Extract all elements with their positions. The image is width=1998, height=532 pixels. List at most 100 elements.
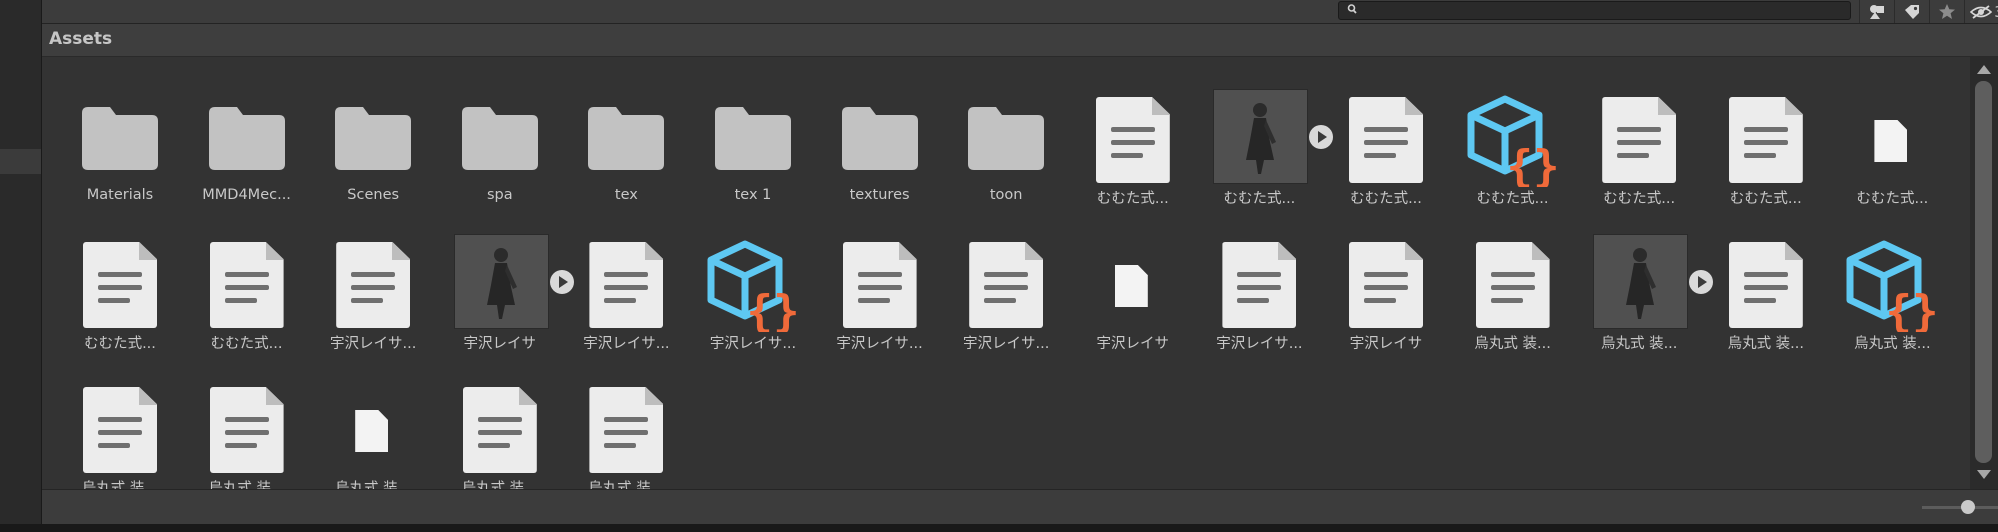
asset-item[interactable]: むむた式... bbox=[1073, 73, 1193, 213]
asset-item[interactable]: Scenes bbox=[313, 73, 433, 213]
folder-icon bbox=[60, 73, 180, 185]
folder-icon bbox=[440, 73, 560, 185]
asset-label: 宇沢レイサ... bbox=[1216, 336, 1303, 352]
scroll-up-arrow-icon[interactable] bbox=[1977, 65, 1991, 74]
asset-item[interactable]: 烏丸式 装... bbox=[1706, 218, 1826, 358]
breadcrumb-assets[interactable]: Assets bbox=[49, 29, 112, 49]
asset-item[interactable]: 宇沢レイサ... bbox=[313, 218, 433, 358]
asset-label: tex 1 bbox=[734, 187, 772, 203]
blank-file-icon bbox=[1832, 73, 1952, 185]
json-schema-icon: {} bbox=[1832, 218, 1952, 332]
folder-icon bbox=[566, 73, 686, 185]
asset-item[interactable]: {} 宇沢レイサ... bbox=[693, 218, 813, 358]
asset-label: Materials bbox=[86, 187, 154, 203]
asset-label: 宇沢レイサ... bbox=[709, 336, 797, 352]
asset-item[interactable]: 烏丸式 装... bbox=[1579, 218, 1714, 358]
asset-item[interactable]: {} むむた式... bbox=[1453, 73, 1573, 213]
asset-item[interactable]: 宇沢レイサ bbox=[1326, 218, 1446, 358]
favorites-button[interactable] bbox=[1929, 0, 1964, 23]
model-prefab-thumbnail bbox=[440, 218, 574, 330]
text-asset-icon bbox=[946, 218, 1066, 330]
project-toolbar: 3 bbox=[42, 0, 1998, 24]
blank-file-icon bbox=[313, 363, 433, 475]
hidden-eye-icon bbox=[1970, 4, 1993, 19]
asset-item[interactable]: 宇沢レイサ... bbox=[1199, 218, 1319, 358]
asset-grid: Materials MMD4Mec... Scenes spa tex tex 1 text… bbox=[42, 57, 1970, 497]
text-asset-icon bbox=[1706, 218, 1826, 330]
asset-item[interactable]: 烏丸式 装... bbox=[566, 363, 686, 503]
asset-item[interactable]: 宇沢レイサ... bbox=[566, 218, 686, 358]
asset-item[interactable]: textures bbox=[820, 73, 940, 213]
asset-item[interactable]: tex bbox=[566, 73, 686, 213]
asset-item[interactable]: 烏丸式 装... bbox=[440, 363, 560, 503]
asset-item[interactable]: {} 烏丸式 装... bbox=[1832, 218, 1952, 358]
asset-label: 宇沢レイサ... bbox=[836, 336, 923, 352]
asset-label: むむた式... bbox=[84, 336, 156, 352]
model-prefab-thumbnail bbox=[1199, 73, 1334, 185]
filter-by-label-button[interactable] bbox=[1894, 0, 1929, 23]
asset-item[interactable]: 宇沢レイサ bbox=[1073, 218, 1193, 358]
hierarchy-panel-edge bbox=[0, 0, 42, 524]
asset-item[interactable]: toon bbox=[946, 73, 1066, 213]
asset-item[interactable]: 烏丸式 装... bbox=[313, 363, 433, 503]
asset-item[interactable]: 烏丸式 装... bbox=[187, 363, 307, 503]
asset-label: むむた式... bbox=[1729, 191, 1802, 207]
asset-label: tex bbox=[614, 187, 638, 203]
hidden-packages-button[interactable]: 3 bbox=[1964, 0, 1998, 23]
scrollbar-thumb[interactable] bbox=[1975, 81, 1992, 463]
text-asset-icon bbox=[187, 363, 307, 475]
folder-icon bbox=[187, 73, 307, 185]
asset-label: spa bbox=[486, 187, 513, 203]
asset-item[interactable]: むむた式... bbox=[1706, 73, 1826, 213]
selected-folder-highlight[interactable] bbox=[0, 149, 41, 174]
asset-item[interactable]: 宇沢レイサ... bbox=[820, 218, 940, 358]
vertical-scrollbar[interactable] bbox=[1970, 57, 1998, 489]
text-asset-icon bbox=[440, 363, 560, 475]
text-asset-icon bbox=[1326, 73, 1446, 185]
scroll-down-arrow-icon[interactable] bbox=[1977, 470, 1991, 479]
asset-item[interactable]: むむた式... bbox=[187, 218, 307, 358]
text-asset-icon bbox=[1579, 73, 1699, 185]
folder-icon bbox=[946, 73, 1066, 185]
label-icon bbox=[1905, 4, 1919, 19]
status-bar bbox=[0, 524, 1998, 532]
asset-item[interactable]: 宇沢レイサ bbox=[440, 218, 574, 358]
asset-item[interactable]: むむた式... bbox=[60, 218, 180, 358]
asset-item[interactable]: MMD4Mec... bbox=[187, 73, 307, 213]
asset-label: むむた式... bbox=[210, 336, 283, 352]
icon-size-slider[interactable] bbox=[1922, 500, 1998, 514]
asset-item[interactable]: Materials bbox=[60, 73, 180, 213]
text-asset-icon bbox=[1326, 218, 1446, 330]
asset-item[interactable]: tex 1 bbox=[693, 73, 813, 213]
asset-label: むむた式... bbox=[1350, 191, 1422, 207]
filter-by-type-icon bbox=[1870, 4, 1884, 19]
asset-item[interactable]: 烏丸式 装... bbox=[1453, 218, 1573, 358]
asset-label: 烏丸式 装... bbox=[1854, 336, 1931, 352]
search-input[interactable] bbox=[1363, 2, 1843, 19]
text-asset-icon bbox=[1453, 218, 1573, 330]
asset-label: むむた式... bbox=[1856, 191, 1929, 207]
project-footer bbox=[42, 489, 1998, 525]
icon-size-slider-knob[interactable] bbox=[1961, 500, 1976, 514]
asset-item[interactable]: 宇沢レイサ... bbox=[946, 218, 1066, 358]
asset-label: toon bbox=[989, 187, 1023, 203]
asset-item[interactable]: 烏丸式 装... bbox=[60, 363, 180, 503]
asset-item[interactable]: むむた式... bbox=[1199, 73, 1334, 213]
filter-by-type-button[interactable] bbox=[1859, 0, 1894, 23]
json-schema-icon: {} bbox=[1453, 73, 1573, 187]
json-schema-icon: {} bbox=[693, 218, 813, 332]
asset-item[interactable]: むむた式... bbox=[1326, 73, 1446, 213]
asset-label: むむた式... bbox=[1096, 191, 1169, 207]
search-field[interactable] bbox=[1338, 1, 1851, 20]
asset-label: MMD4Mec... bbox=[202, 187, 291, 203]
breadcrumb: Assets bbox=[42, 24, 1998, 57]
folder-icon bbox=[820, 73, 940, 185]
asset-item[interactable]: むむた式... bbox=[1579, 73, 1699, 213]
asset-item[interactable]: spa bbox=[440, 73, 560, 213]
asset-label: むむた式... bbox=[1603, 191, 1676, 207]
text-asset-icon bbox=[60, 363, 180, 475]
search-icon bbox=[1347, 4, 1357, 14]
asset-item[interactable]: むむた式... bbox=[1832, 73, 1952, 213]
asset-label: 烏丸式 装... bbox=[1600, 336, 1678, 352]
asset-label: むむた式... bbox=[1476, 191, 1549, 207]
